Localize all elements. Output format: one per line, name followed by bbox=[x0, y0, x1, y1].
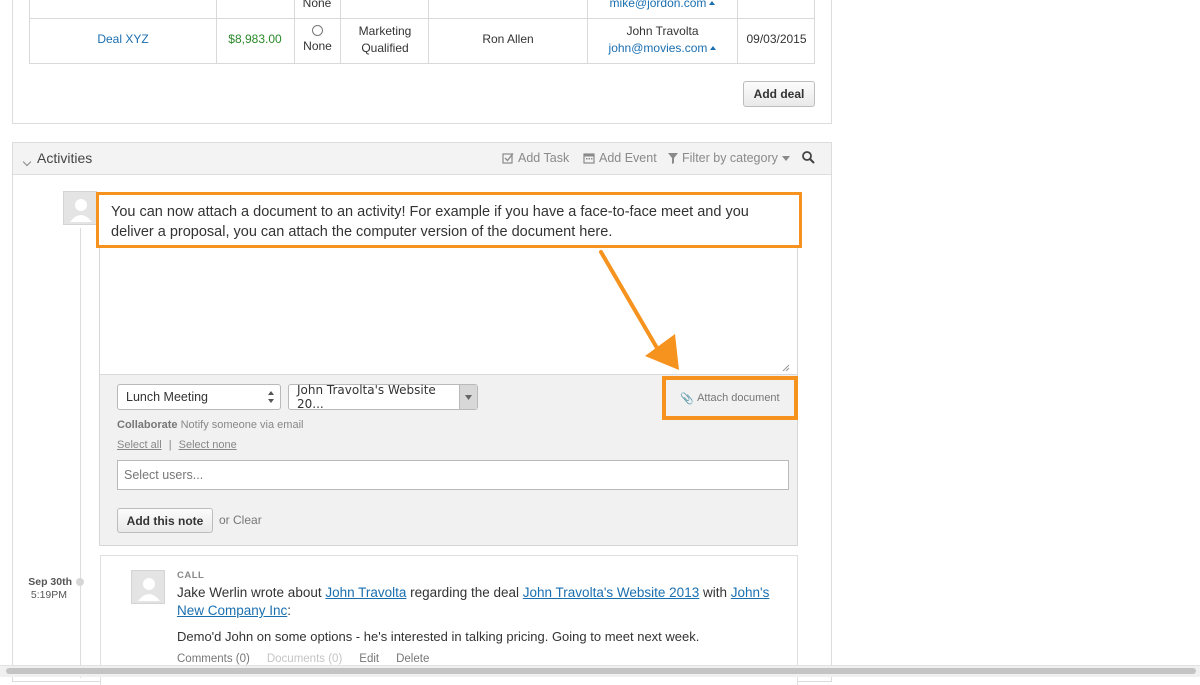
collapse-chevron-icon[interactable] bbox=[22, 152, 32, 170]
caret-down-icon bbox=[781, 155, 790, 161]
documents-link[interactable]: Documents (0) bbox=[267, 653, 342, 665]
select-links: Select all | Select none bbox=[117, 439, 237, 451]
separator: | bbox=[168, 439, 172, 451]
user-silhouette-icon bbox=[70, 199, 92, 222]
attach-document-button[interactable]: 📎 Attach document bbox=[662, 376, 798, 420]
tip-callout: You can now attach a document to an acti… bbox=[96, 192, 802, 248]
category-select[interactable]: Lunch Meeting bbox=[117, 384, 281, 410]
caret-up-icon[interactable] bbox=[710, 46, 717, 50]
filter-dropdown[interactable]: Filter by category bbox=[668, 151, 790, 165]
clear-row: or Clear bbox=[219, 513, 262, 527]
chevron-down-icon[interactable] bbox=[459, 385, 477, 409]
add-task-button[interactable]: Add Task bbox=[502, 151, 569, 165]
stage-cell: Marketing Qualified bbox=[341, 23, 429, 57]
or-text: or bbox=[219, 513, 230, 527]
entry-summary: Jake Werlin wrote about John Travolta re… bbox=[177, 584, 787, 620]
contact-email-link[interactable]: mike@jordon.com bbox=[610, 0, 707, 10]
entry-author: Jake Werlin bbox=[177, 585, 248, 600]
clear-link[interactable]: Clear bbox=[233, 513, 262, 527]
calendar-icon bbox=[583, 153, 595, 164]
add-task-label: Add Task bbox=[518, 151, 570, 165]
contact-email-link[interactable]: john@movies.com bbox=[609, 41, 708, 55]
select-all-link[interactable]: Select all bbox=[117, 439, 162, 451]
collaborate-row: Collaborate Notify someone via email bbox=[117, 419, 303, 431]
probability-cell: None bbox=[295, 25, 340, 53]
probability-label: None bbox=[303, 39, 332, 53]
add-deal-button[interactable]: Add deal bbox=[743, 81, 815, 107]
contact-cell: John Travolta john@movies.com bbox=[588, 23, 737, 57]
entry-contact-link[interactable]: John Travolta bbox=[325, 585, 406, 600]
avatar bbox=[131, 570, 165, 604]
probability-radio[interactable] bbox=[312, 25, 323, 36]
delete-link[interactable]: Delete bbox=[396, 653, 429, 665]
deal-select[interactable]: John Travolta's Website 20... bbox=[288, 383, 478, 411]
scrollbar-thumb[interactable] bbox=[6, 668, 1196, 674]
deal-value: $8,983.00 bbox=[228, 32, 282, 46]
top-row-probability: None bbox=[302, 0, 332, 10]
paperclip-icon: 📎 bbox=[680, 392, 695, 405]
contact-name: John Travolta bbox=[626, 24, 699, 38]
table-row: Deal XYZ bbox=[30, 32, 216, 46]
deal-date: 09/03/2015 bbox=[746, 32, 807, 46]
select-none-link[interactable]: Select none bbox=[179, 439, 237, 451]
add-note-button[interactable]: Add this note bbox=[117, 508, 213, 533]
category-select-value: Lunch Meeting bbox=[126, 390, 209, 404]
user-silhouette-icon bbox=[138, 578, 160, 601]
entry-time: 5:19PM bbox=[30, 589, 67, 601]
entry-colon: : bbox=[287, 603, 292, 618]
select-arrows-icon bbox=[268, 391, 274, 403]
caret-up-icon bbox=[709, 1, 716, 5]
entry-actions: Comments (0) Documents (0) Edit Delete bbox=[177, 653, 429, 665]
entry-regarding: regarding the deal bbox=[410, 585, 520, 600]
entry-body: Demo'd John on some options - he's inter… bbox=[177, 629, 700, 644]
entry-date: Sep 30th bbox=[28, 576, 72, 588]
add-event-button[interactable]: Add Event bbox=[583, 151, 657, 165]
checkbox-edit-icon bbox=[502, 153, 514, 164]
deal-name-link[interactable]: Deal XYZ bbox=[97, 32, 148, 46]
entry-deal-link[interactable]: John Travolta's Website 2013 bbox=[523, 585, 699, 600]
entry-type: CALL bbox=[177, 570, 205, 581]
timeline-line bbox=[80, 228, 81, 678]
stage-line2: Qualified bbox=[361, 41, 409, 55]
top-row-contact-email[interactable]: mike@jordon.com bbox=[588, 0, 737, 10]
timeline-dot bbox=[76, 578, 84, 586]
avatar bbox=[63, 191, 97, 225]
entry-wrote-about: wrote about bbox=[251, 585, 322, 600]
resize-handle-icon[interactable] bbox=[782, 364, 790, 372]
filter-label: Filter by category bbox=[682, 151, 778, 165]
search-icon[interactable] bbox=[802, 151, 815, 169]
add-event-label: Add Event bbox=[599, 151, 657, 165]
filter-icon bbox=[668, 152, 678, 164]
collaborate-label: Collaborate bbox=[117, 419, 178, 431]
select-users-input[interactable]: Select users... bbox=[117, 460, 789, 490]
arrow-icon bbox=[599, 250, 679, 370]
stage-line1: Marketing bbox=[358, 24, 412, 38]
deal-owner: Ron Allen bbox=[482, 32, 534, 46]
collaborate-hint: Notify someone via email bbox=[180, 419, 304, 431]
deal-select-value: John Travolta's Website 20... bbox=[297, 383, 436, 411]
edit-link[interactable]: Edit bbox=[359, 653, 379, 665]
entry-with: with bbox=[702, 585, 727, 600]
attach-document-label: Attach document bbox=[697, 392, 780, 404]
comments-link[interactable]: Comments (0) bbox=[177, 653, 250, 665]
activities-title: Activities bbox=[37, 150, 93, 166]
